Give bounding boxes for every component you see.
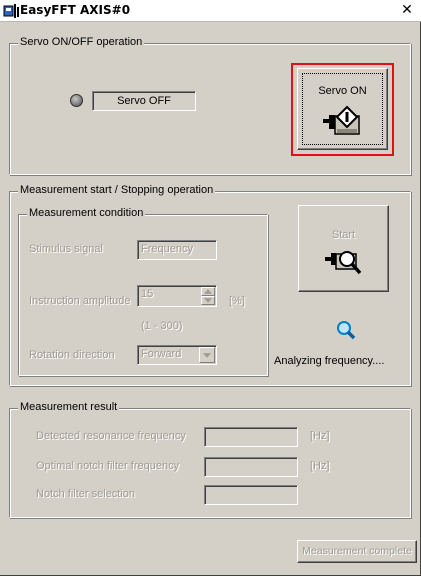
servo-status-display: Servo OFF <box>92 91 196 111</box>
measurement-group-label: Measurement start / Stopping operation <box>18 184 216 196</box>
easyfft-window: EasyFFT AXIS#0 ✕ Servo ON/OFF operation … <box>0 0 421 576</box>
amplitude-label: Instruction amplitude <box>29 295 131 307</box>
stimulus-label: Stimulus signal <box>29 243 103 255</box>
start-label: Start <box>331 229 356 241</box>
result-group-label: Measurement result <box>18 401 120 413</box>
magnifier-icon <box>337 321 356 340</box>
title-bar: EasyFFT AXIS#0 ✕ <box>0 0 421 22</box>
motor-magnifier-icon <box>325 251 362 275</box>
servo-group: Servo ON/OFF operation Servo OFF Servo O… <box>9 36 411 175</box>
resonance-unit: [Hz] <box>310 430 330 442</box>
amplitude-unit: [%] <box>229 295 245 307</box>
condition-group-label: Measurement condition <box>27 207 146 219</box>
rotation-label: Rotation direction <box>29 349 115 361</box>
spin-down-icon <box>204 298 212 303</box>
servo-motor-icon <box>323 105 360 135</box>
notch-frequency-unit: [Hz] <box>310 460 330 472</box>
spin-down-button <box>201 296 215 305</box>
spin-up-icon <box>204 289 212 294</box>
measurement-complete-button: Measurement complete <box>297 540 417 563</box>
servo-on-button[interactable]: Servo ON <box>297 68 388 150</box>
close-button[interactable]: ✕ <box>399 2 415 18</box>
notch-frequency-label: Optimal notch filter frequency <box>36 460 180 472</box>
servo-group-label: Servo ON/OFF operation <box>18 36 145 48</box>
result-group: Measurement result Detected resonance fr… <box>9 401 411 518</box>
condition-group: Measurement condition Stimulus signal Fr… <box>18 207 268 376</box>
window-title: EasyFFT AXIS#0 <box>20 3 131 17</box>
amplitude-spinner <box>201 287 215 305</box>
notch-selection-field <box>204 485 298 505</box>
spin-up-button <box>201 287 215 296</box>
stimulus-field: Frequency <box>137 240 217 260</box>
servo-on-label: Servo ON <box>318 85 367 97</box>
measurement-complete-label: Measurement complete <box>302 545 412 557</box>
chevron-down-icon <box>203 353 211 358</box>
rotation-dropdown-button <box>199 347 215 363</box>
measurement-group: Measurement start / Stopping operation M… <box>9 184 411 386</box>
analyzing-status-text: Analyzing frequency.... <box>274 355 385 367</box>
amplitude-range: (1 - 300) <box>141 320 183 332</box>
servo-status-led <box>70 94 83 107</box>
notch-selection-label: Notch filter selection <box>36 488 136 500</box>
resonance-label: Detected resonance frequency <box>36 430 186 442</box>
app-icon <box>3 4 19 18</box>
resonance-field <box>204 427 298 447</box>
notch-frequency-field <box>204 457 298 477</box>
start-button: Start <box>298 205 389 292</box>
